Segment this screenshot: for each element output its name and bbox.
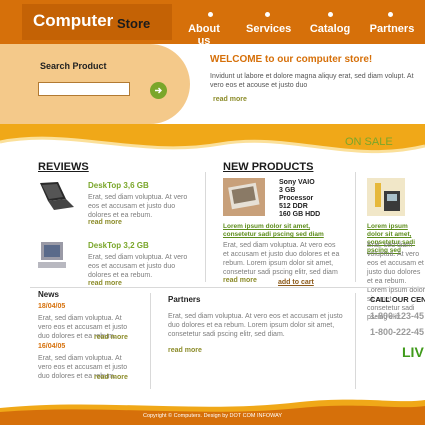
column-divider bbox=[150, 293, 151, 389]
spec-line: 512 DDR bbox=[279, 203, 308, 210]
nav-catalog[interactable]: Catalog bbox=[309, 23, 351, 35]
welcome-title: WELCOME to our computer store! bbox=[210, 54, 373, 65]
logo-sub: Store bbox=[117, 16, 151, 31]
desktop-image bbox=[38, 242, 66, 268]
nav-dot bbox=[265, 12, 270, 17]
news-heading: News bbox=[38, 290, 59, 299]
product-link[interactable]: Lorem ipsum dolor sit amet, consetetur s… bbox=[223, 223, 343, 239]
live-support-label[interactable]: LIV bbox=[402, 344, 424, 360]
news-read-more[interactable]: read more bbox=[94, 374, 128, 381]
search-go-button[interactable] bbox=[150, 82, 167, 99]
reviews-heading: REVIEWS bbox=[38, 161, 89, 173]
partners-heading: Partners bbox=[168, 295, 201, 304]
spec-line: 3 GB bbox=[279, 187, 296, 194]
phone-number[interactable]: 1-800-222-45 bbox=[370, 327, 424, 337]
product-specs: Sony VAIO 3 GB Processor 512 DDR 160 GB … bbox=[279, 179, 320, 219]
phone-number[interactable]: 1-800-123-45 bbox=[370, 311, 424, 321]
product-text: Erat, sed diam voluptua. At vero eos et … bbox=[223, 242, 340, 276]
product-image bbox=[223, 178, 265, 216]
partners-read-more[interactable]: read more bbox=[168, 347, 202, 354]
nav-dot bbox=[388, 12, 393, 17]
review-text: Erat, sed diam voluptua. At vero eos et … bbox=[88, 194, 188, 219]
column-divider bbox=[355, 293, 356, 389]
on-sale-label: ON SALE bbox=[345, 136, 393, 148]
partners-text: Erat, sed diam voluptua. At vero eos et … bbox=[168, 313, 343, 338]
arrow-right-icon bbox=[155, 87, 162, 94]
spec-line: Processor bbox=[279, 195, 314, 202]
column-divider bbox=[205, 172, 206, 282]
news-date: 16/04/05 bbox=[38, 343, 66, 350]
nav-dot bbox=[208, 12, 213, 17]
nav-partners[interactable]: Partners bbox=[369, 23, 415, 35]
spec-line: 160 GB HDD bbox=[279, 211, 321, 218]
section-divider bbox=[30, 287, 425, 288]
welcome-text: Invidunt ut labore et dolore magna aliqu… bbox=[210, 73, 414, 89]
product-text: Erat, sed diam voluptua. At vero eos et … bbox=[367, 242, 425, 321]
news-read-more[interactable]: read more bbox=[94, 334, 128, 341]
footer-copyright: Copyright © Computers. Design by DOT COM… bbox=[142, 413, 283, 419]
add-to-cart-link[interactable]: add to cart bbox=[278, 279, 314, 286]
nav-services[interactable]: Services bbox=[246, 23, 291, 35]
footer-wave bbox=[0, 399, 425, 425]
product-read-more[interactable]: read more bbox=[223, 277, 257, 284]
search-input[interactable] bbox=[38, 82, 130, 96]
spec-line: Sony VAIO bbox=[279, 179, 315, 186]
new-products-heading: NEW PRODUCTS bbox=[223, 161, 314, 173]
logo-main[interactable]: Computer bbox=[33, 11, 113, 31]
review-read-more[interactable]: read more bbox=[88, 219, 122, 226]
laptop-image bbox=[40, 182, 74, 210]
gadget-image bbox=[367, 178, 405, 216]
column-divider bbox=[355, 172, 356, 282]
nav-about-us[interactable]: About us bbox=[181, 23, 227, 47]
review-title[interactable]: DeskTop 3,6 GB bbox=[88, 181, 149, 190]
nav-dot bbox=[328, 12, 333, 17]
news-date: 18/04/05 bbox=[38, 303, 66, 310]
review-title[interactable]: DeskTop 3,2 GB bbox=[88, 241, 149, 250]
welcome-read-more[interactable]: read more bbox=[213, 96, 247, 103]
call-center-heading: CALL OUR CENTER bbox=[370, 295, 425, 304]
search-title: Search Product bbox=[40, 61, 107, 71]
review-read-more[interactable]: read more bbox=[88, 280, 122, 287]
review-text: Erat, sed diam voluptua. At vero eos et … bbox=[88, 254, 188, 279]
